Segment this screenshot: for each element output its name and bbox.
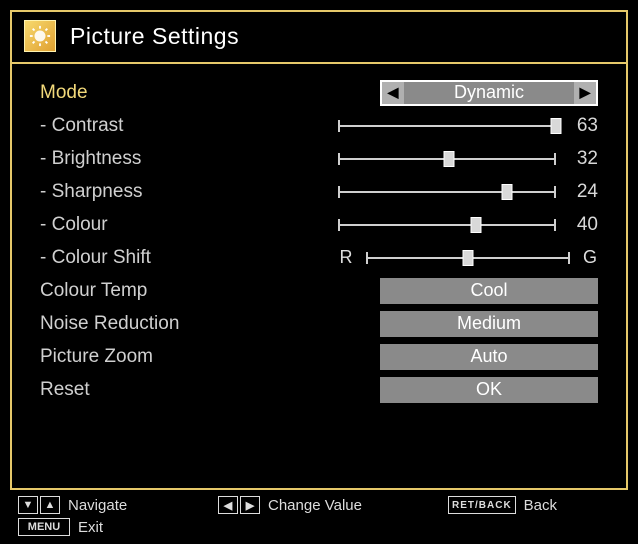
hint-change-value-label: Change Value (268, 497, 362, 514)
contrast-slider[interactable] (338, 119, 556, 133)
sharpness-slider[interactable] (338, 185, 556, 199)
colour-label: Colour (40, 214, 310, 236)
footer-hints: ▼ ▲ Navigate ◀ ▶ Change Value RET/BACK B… (18, 496, 620, 536)
row-picture-zoom[interactable]: Picture Zoom Auto (40, 340, 598, 373)
mode-selector[interactable]: ◀ Dynamic ▶ (380, 80, 598, 106)
arrow-left-icon: ◀ (218, 496, 238, 514)
colour-shift-slider[interactable] (366, 251, 570, 265)
picture-zoom-select[interactable]: Auto (380, 344, 598, 370)
chevron-right-icon[interactable]: ▶ (574, 82, 596, 104)
picture-settings-icon (24, 20, 56, 52)
contrast-label: Contrast (40, 115, 310, 137)
hint-exit-label: Exit (78, 519, 103, 536)
hint-exit: MENU Exit (18, 518, 218, 536)
settings-list: Mode ◀ Dynamic ▶ Contrast 63 (12, 64, 626, 406)
arrow-up-icon: ▲ (40, 496, 60, 514)
colour-shift-label: Colour Shift (40, 247, 310, 269)
row-mode[interactable]: Mode ◀ Dynamic ▶ (40, 76, 598, 109)
colour-temp-label: Colour Temp (40, 280, 310, 302)
row-noise-reduction[interactable]: Noise Reduction Medium (40, 307, 598, 340)
arrow-right-icon: ▶ (240, 496, 260, 514)
reset-label: Reset (40, 379, 310, 401)
row-reset[interactable]: Reset OK (40, 373, 598, 406)
hint-navigate-label: Navigate (68, 497, 127, 514)
colour-slider[interactable] (338, 218, 556, 232)
row-colour-temp[interactable]: Colour Temp Cool (40, 274, 598, 307)
panel-title: Picture Settings (70, 23, 239, 50)
brightness-label: Brightness (40, 148, 310, 170)
settings-panel: Picture Settings Mode ◀ Dynamic ▶ Contra… (10, 10, 628, 490)
ret-back-key-icon: RET/BACK (448, 496, 516, 514)
hint-back-label: Back (524, 497, 557, 514)
row-colour-shift[interactable]: Colour Shift R G (40, 241, 598, 274)
brightness-value: 32 (568, 148, 598, 170)
noise-reduction-label: Noise Reduction (40, 313, 310, 335)
chevron-left-icon[interactable]: ◀ (382, 82, 404, 104)
brightness-slider[interactable] (338, 152, 556, 166)
row-contrast[interactable]: Contrast 63 (40, 109, 598, 142)
hint-change-value: ◀ ▶ Change Value (218, 496, 448, 514)
row-sharpness[interactable]: Sharpness 24 (40, 175, 598, 208)
contrast-value: 63 (568, 115, 598, 137)
sharpness-label: Sharpness (40, 181, 310, 203)
picture-zoom-label: Picture Zoom (40, 346, 310, 368)
menu-key-icon: MENU (18, 518, 70, 536)
colour-shift-left-letter: R (338, 247, 354, 268)
colour-shift-right-letter: G (582, 247, 598, 268)
panel-header: Picture Settings (12, 12, 626, 64)
hint-back: RET/BACK Back (448, 496, 620, 514)
row-brightness[interactable]: Brightness 32 (40, 142, 598, 175)
row-colour[interactable]: Colour 40 (40, 208, 598, 241)
noise-reduction-select[interactable]: Medium (380, 311, 598, 337)
arrow-down-icon: ▼ (18, 496, 38, 514)
mode-label: Mode (40, 82, 310, 104)
reset-button[interactable]: OK (380, 377, 598, 403)
hint-navigate: ▼ ▲ Navigate (18, 496, 218, 514)
mode-value: Dynamic (404, 82, 574, 103)
colour-temp-select[interactable]: Cool (380, 278, 598, 304)
sharpness-value: 24 (568, 181, 598, 203)
colour-value: 40 (568, 214, 598, 236)
